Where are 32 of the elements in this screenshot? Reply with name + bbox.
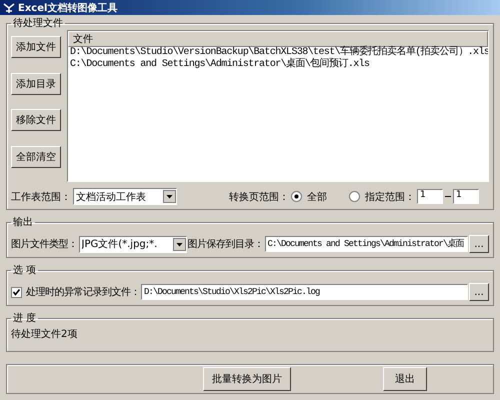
radio-label[interactable]: 指定范围： — [365, 190, 415, 204]
group-title: 输出 — [12, 216, 34, 229]
file-path[interactable]: C:\Documents and Settings\Administrator\桌面\包间预订.xls — [68, 59, 488, 71]
progress-status: 待处理文件2项 — [11, 328, 78, 342]
window-title: Excel文档转图像工具 — [18, 2, 118, 14]
radio-button[interactable] — [349, 191, 360, 202]
file-action-button[interactable]: 全部清空 — [11, 146, 61, 168]
checkbox[interactable] — [11, 286, 22, 298]
save-directory-label: 图片保存到目录： — [188, 238, 264, 251]
group-title: 进 度 — [12, 312, 38, 325]
browse-button[interactable]: ... — [469, 283, 489, 301]
file-action-button[interactable]: 添加文件 — [11, 36, 61, 58]
browse-button[interactable]: ... — [469, 235, 489, 253]
action-button[interactable]: 批量转换为图片 — [203, 367, 291, 391]
image-type-label: 图片文件类型： — [11, 238, 78, 251]
page-to-field[interactable]: 1 — [453, 189, 479, 204]
page-from-field[interactable]: 1 — [417, 189, 443, 204]
group-title: 待处理文件 — [12, 16, 64, 30]
radio-label[interactable]: 全部 — [307, 190, 327, 204]
file-action-button[interactable]: 添加目录 — [11, 72, 61, 95]
file-action-button[interactable]: 移除文件 — [11, 109, 61, 132]
log-option-label[interactable]: 处理时的异常记录到文件： — [26, 285, 140, 299]
save-directory-field[interactable]: C:\Documents and Settings\Administrator\桌面 — [264, 236, 468, 252]
group-title: 选 项 — [12, 264, 38, 277]
log-file-field[interactable]: D:\Documents\Studio\Xls2Pic\Xls2Pic.log — [141, 284, 468, 300]
sheet-range-dropdown[interactable]: 文档活动工作表 — [73, 188, 177, 205]
action-button[interactable]: 退出 — [383, 367, 427, 391]
column-header[interactable]: 文件 — [68, 31, 488, 47]
app-icon — [3, 2, 15, 14]
sheet-range-label: 工作表范围： — [11, 190, 71, 204]
page-range-label: 转换页范围： — [229, 190, 289, 204]
radio-button[interactable] — [291, 191, 302, 202]
